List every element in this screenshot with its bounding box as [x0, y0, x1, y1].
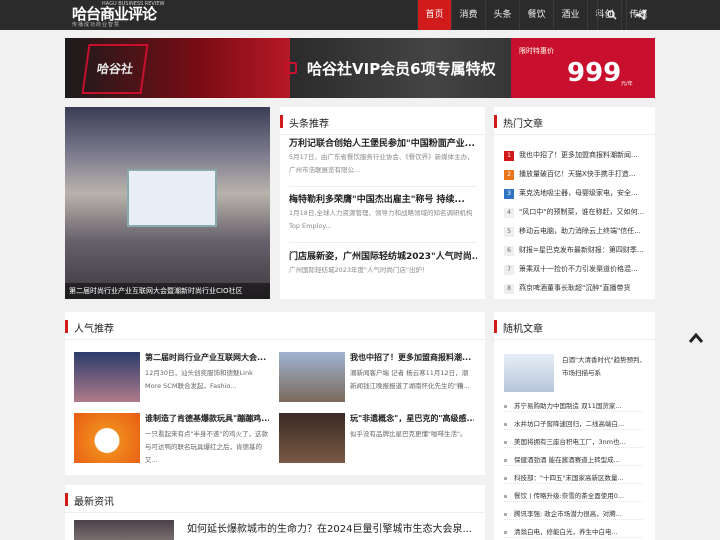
- nav-item-headlines[interactable]: 头条: [485, 0, 519, 30]
- popular-panel: 人气推荐 第二届时尚行业产业互联网大会... 12月30日，汕头创奕服饰和德魅L…: [65, 312, 485, 475]
- article-summary: 广州国际轻纺城2023年度"人气时尚门店"出炉！: [289, 266, 429, 274]
- latest-title: 最新资讯: [74, 497, 114, 508]
- list-item[interactable]: 6 财报=星巴克发布最新财报：第四财季...: [504, 244, 646, 256]
- card-thumbnail[interactable]: [279, 352, 345, 402]
- price-unit: 元/年: [621, 81, 633, 87]
- list-item[interactable]: 餐饮丨传略升级:奈雪的茶全面使用0...: [504, 490, 644, 502]
- news-thumbnail[interactable]: [74, 520, 174, 540]
- news-title[interactable]: 如何延长爆款城市的生命力？在2024巨量引擎城市生态大会泉...: [187, 520, 472, 535]
- list-item[interactable]: 科技部："十四五"末国家高新区数量...: [504, 472, 644, 484]
- card-title[interactable]: 我也中招了！更多加盟商报料潮...: [350, 352, 474, 364]
- card-title[interactable]: 第二届时尚行业产业互联网大会...: [145, 352, 269, 364]
- list-item[interactable]: 水井坊口子窖降速回归，二线高端白...: [504, 418, 644, 430]
- card-summary: 12月30日，汕头创奕服饰和德魅Link More SCM联合发起，Fashio…: [145, 369, 253, 390]
- share-icon[interactable]: [626, 0, 655, 30]
- nav-item-consumer[interactable]: 消费: [451, 0, 485, 30]
- headline-article[interactable]: 万利记联合创始人王堡民参加"中国粉面产业... 5月17日，由广东省餐饮服务行业…: [289, 137, 477, 177]
- article-title[interactable]: 万利记联合创始人王堡民参加"中国粉面产业...: [289, 137, 477, 151]
- article-title[interactable]: 门店展新姿，广州国际轻纺城2023"人气时尚...: [289, 250, 477, 264]
- card-title[interactable]: 玩"非遗概念"，星巴克的"高级感...: [350, 413, 474, 425]
- divider: [289, 186, 477, 187]
- card-title[interactable]: 谁制造了肯德基爆款玩具"蹦蹦鸡...: [145, 413, 269, 425]
- popular-header: 人气推荐: [65, 312, 485, 340]
- nav-item-dining[interactable]: 餐饮: [519, 0, 553, 30]
- card-summary: 似乎没有品牌比星巴克更懂"咖啡生活"。: [350, 430, 467, 438]
- card-summary: 一只看起来有点"半身不遂"的鸡火了，这款与可达鸭的联名玩具爆红之后，肯德基的又.…: [145, 430, 268, 464]
- list-item[interactable]: 腾讯李强: 政企市场潜力很高，对腾...: [504, 508, 644, 520]
- latest-header: 最新资讯: [65, 485, 485, 513]
- popular-title: 人气推荐: [74, 324, 114, 335]
- list-item[interactable]: 清翁白电，修能白光，养生中白电...: [504, 526, 644, 538]
- random-title: 随机文章: [503, 324, 543, 335]
- popular-card[interactable]: 谁制造了肯德基爆款玩具"蹦蹦鸡... 一只看起来有点"半身不遂"的鸡火了，这款与…: [74, 413, 274, 465]
- list-item[interactable]: 苏宁易购助力中国制造 双11国货家...: [504, 400, 644, 412]
- list-item[interactable]: 7 箫乘双十一捡价不力引发渠道价格混...: [504, 263, 646, 275]
- banner-vip-mark: 哈谷社VIP: [81, 44, 149, 94]
- headline-article[interactable]: 梅特勒利多荣膺"中国杰出雇主"称号 持续... 1月18日,全球人力资源管理、领…: [289, 193, 477, 233]
- banner-title: 哈谷社VIP会员6项专属特权: [307, 60, 496, 78]
- back-to-top-icon[interactable]: [688, 332, 704, 348]
- headline-article[interactable]: 门店展新姿，广州国际轻纺城2023"人气时尚... 广州国际轻纺城2023年度"…: [289, 250, 477, 277]
- banner-price-box: 限时特惠价 999 元/年: [511, 38, 655, 98]
- featured-slider[interactable]: 第二届时尚行业产业互联网大会暨潮新时尚行业CIO社区: [65, 107, 270, 299]
- nav-item-liquor[interactable]: 酒业: [553, 0, 587, 30]
- vip-banner-ad[interactable]: 哈谷社VIP 哈谷社VIP会员6项专属特权 限时特惠价 999 元/年: [65, 38, 655, 98]
- divider: [289, 242, 477, 243]
- search-icon[interactable]: [597, 0, 626, 30]
- list-item[interactable]: 美国将拥有三座台积电工厂，3nm也...: [504, 436, 644, 448]
- site-logo[interactable]: 哈台商业评论 HAGU BUSINESS REVIEW 传播成功商业智慧: [72, 1, 165, 29]
- article-summary: 5月17日，由广东省餐饮服务行业协会、《餐饮界》新媒体主办，广州市浩联展览有限公…: [289, 153, 474, 174]
- list-item[interactable]: 3 莱克洗地吸尘器，母婴级家电，安全...: [504, 187, 646, 199]
- list-item[interactable]: 2 播放量破百亿！天猫X快手携手打造...: [504, 168, 646, 180]
- article-summary: 1月18日,全球人力资源管理、领导力和战略领域的知名调研机构Top Employ…: [289, 209, 473, 230]
- vip-badge-icon: [285, 62, 297, 74]
- card-thumbnail[interactable]: [74, 413, 140, 463]
- list-item[interactable]: 8 燕京啤酒董事长耿超"沉醉"直播带货: [504, 282, 646, 294]
- list-item[interactable]: 5 移动云电脑，助力消除云上终端"信任...: [504, 225, 646, 237]
- top-navbar: 哈台商业评论 HAGU BUSINESS REVIEW 传播成功商业智慧 首页 …: [0, 0, 720, 30]
- feature-title[interactable]: 白酒"大清香时代"趋势预判、市场扫描与系: [562, 354, 648, 393]
- article-title[interactable]: 梅特勒利多荣膺"中国杰出雇主"称号 持续...: [289, 193, 477, 207]
- hot-header: 热门文章: [494, 107, 655, 135]
- card-thumbnail[interactable]: [74, 352, 140, 402]
- slide-caption[interactable]: 第二届时尚行业产业互联网大会暨潮新时尚行业CIO社区: [65, 283, 270, 299]
- popular-card[interactable]: 玩"非遗概念"，星巴克的"高级感... 似乎没有品牌比星巴克更懂"咖啡生活"。: [279, 413, 479, 465]
- latest-panel: 最新资讯 如何延长爆款城市的生命力？在2024巨量引擎城市生态大会泉...: [65, 485, 485, 540]
- list-item[interactable]: 保健酒劲酒 能在酱酒赛道上转型成...: [504, 454, 644, 466]
- slide-image: [127, 169, 217, 227]
- list-item[interactable]: 1 我也中招了！更多加盟商报料潮新闻...: [504, 149, 646, 161]
- random-header: 随机文章: [494, 312, 655, 340]
- logo-slogan: 传播成功商业智慧: [72, 22, 121, 28]
- price-label: 限时特惠价: [519, 47, 554, 55]
- headline-title: 头条推荐: [289, 119, 329, 130]
- popular-card[interactable]: 我也中招了！更多加盟商报料潮... 潮新闻客户端 记者 杨云寒11月12日，潮新…: [279, 352, 479, 404]
- list-item[interactable]: 4 "风口中"的预制菜，谁在称赶，又如何...: [504, 206, 646, 218]
- card-summary: 潮新闻客户端 记者 杨云寒11月12日，潮新闻钱江晚报报道了湖南怀化先生的"糟.…: [350, 369, 470, 390]
- random-panel: 随机文章 白酒"大清香时代"趋势预判、市场扫描与系 苏宁易购助力中国制造 双11…: [494, 312, 655, 540]
- headline-header: 头条推荐: [280, 107, 485, 135]
- price-value: 999: [567, 58, 622, 88]
- nav-item-home[interactable]: 首页: [417, 0, 451, 30]
- hot-panel: 热门文章 1 我也中招了！更多加盟商报料潮新闻... 2 播放量破百亿！天猫X快手携…: [494, 107, 655, 299]
- news-item[interactable]: 如何延长爆款城市的生命力？在2024巨量引擎城市生态大会泉...: [74, 520, 474, 540]
- card-thumbnail[interactable]: [279, 413, 345, 463]
- popular-card[interactable]: 第二届时尚行业产业互联网大会... 12月30日，汕头创奕服饰和德魅Link M…: [74, 352, 274, 404]
- headline-panel: 头条推荐 万利记联合创始人王堡民参加"中国粉面产业... 5月17日，由广东省餐…: [280, 107, 485, 299]
- logo-english: HAGU BUSINESS REVIEW: [102, 1, 165, 7]
- hot-title: 热门文章: [503, 119, 543, 130]
- feature-thumbnail[interactable]: [504, 354, 554, 392]
